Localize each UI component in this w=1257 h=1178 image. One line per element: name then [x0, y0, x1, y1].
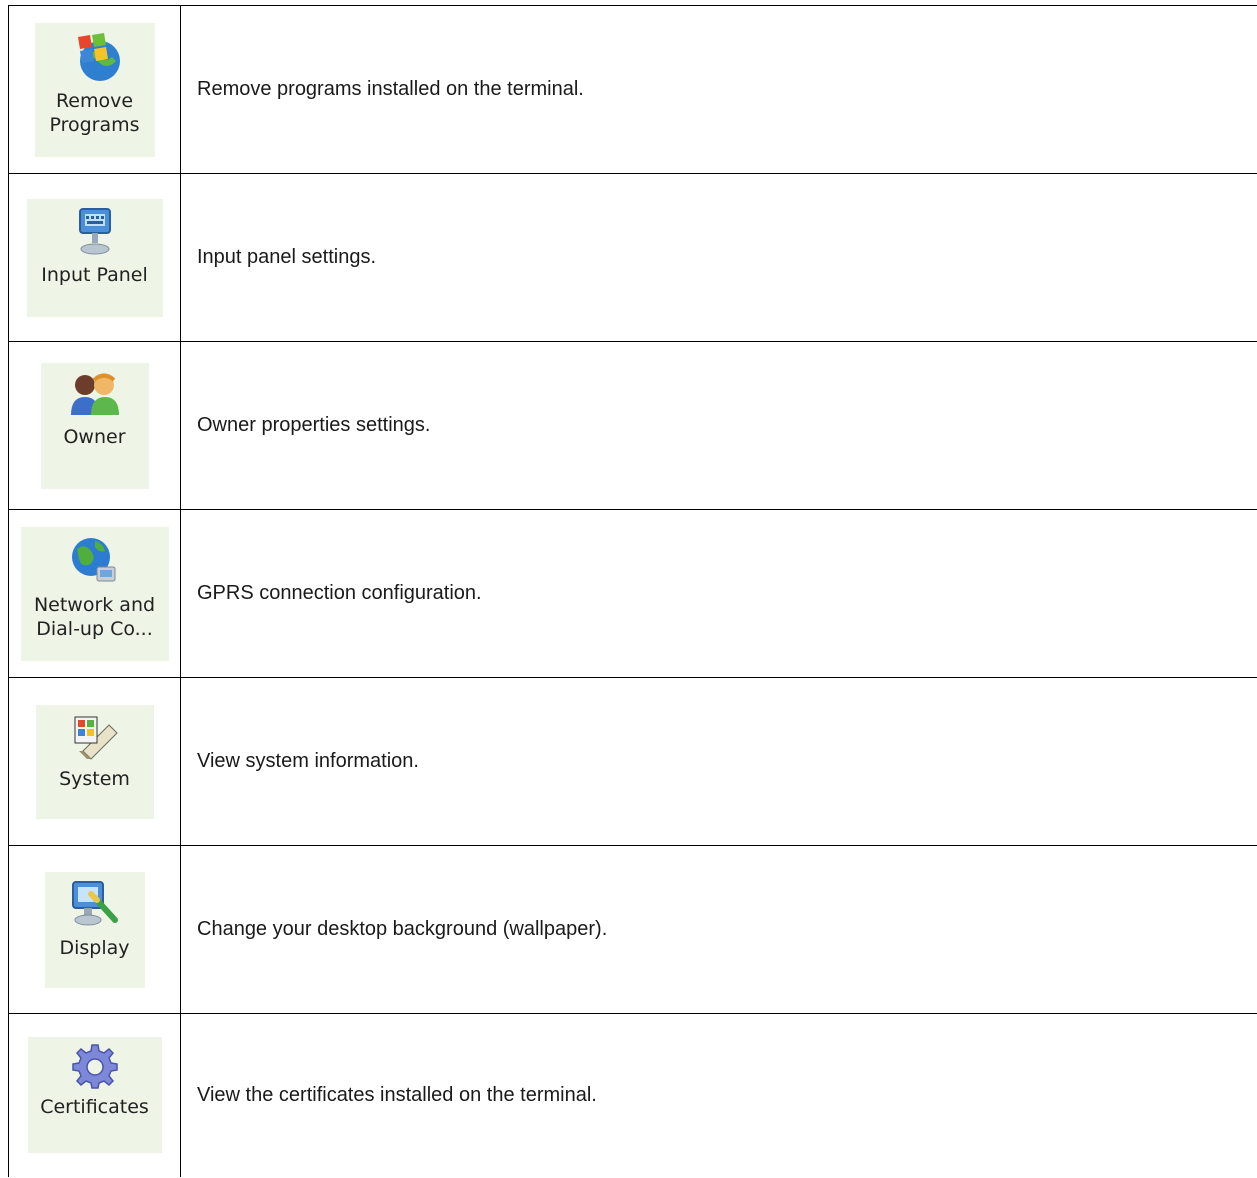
description: Input panel settings.: [180, 173, 1257, 342]
windows-flag-globe-icon: [77, 32, 120, 81]
icon-cell: Network and Dial-up Co...: [8, 509, 181, 678]
tile-label: Display: [59, 936, 130, 959]
tile-label: Owner: [63, 425, 126, 448]
settings-table: Remove Programs Remove programs installe…: [8, 5, 1257, 1177]
tile-label: Network and Dial-up Co...: [33, 593, 156, 640]
system-tile[interactable]: System: [35, 704, 154, 819]
monitor-paintbrush-icon: [71, 880, 118, 925]
table-row: Network and Dial-up Co... GPRS connectio…: [8, 509, 1257, 678]
table-row: Certificates View the certificates insta…: [8, 1013, 1257, 1177]
icon-cell: Owner: [8, 341, 181, 510]
table-row: System View system information.: [8, 677, 1257, 846]
icon-cell: Remove Programs: [8, 5, 181, 174]
description: GPRS connection configuration.: [180, 509, 1257, 678]
system-windows-book-icon: [74, 716, 118, 760]
tile-label: System: [59, 767, 130, 790]
input-panel-tile[interactable]: Input Panel: [26, 198, 163, 317]
table-row: Remove Programs Remove programs installe…: [8, 5, 1257, 174]
table-row: Display Change your desktop background (…: [8, 845, 1257, 1014]
icon-cell: Display: [8, 845, 181, 1014]
table-row: Input Panel Input panel settings.: [8, 173, 1257, 342]
network-dialup-tile[interactable]: Network and Dial-up Co...: [20, 526, 169, 661]
description: Change your desktop background (wallpape…: [180, 845, 1257, 1014]
tile-label: Certificates: [40, 1096, 149, 1119]
icon-cell: Input Panel: [8, 173, 181, 342]
keyboard-monitor-icon: [78, 207, 111, 254]
description: Owner properties settings.: [180, 341, 1257, 510]
description: Remove programs installed on the termina…: [180, 5, 1257, 174]
table-row: Owner Owner properties settings.: [8, 341, 1257, 510]
icon-cell: Certificates: [8, 1013, 181, 1177]
icon-cell: System: [8, 677, 181, 846]
description: View the certificates installed on the t…: [180, 1013, 1257, 1177]
display-tile[interactable]: Display: [44, 871, 145, 988]
remove-programs-tile[interactable]: Remove Programs: [34, 22, 155, 157]
users-icon: [70, 373, 119, 415]
description: View system information.: [180, 677, 1257, 846]
certificates-tile[interactable]: Certificates: [27, 1037, 162, 1154]
tile-label: Remove Programs: [49, 89, 140, 136]
owner-tile[interactable]: Owner: [40, 362, 149, 489]
tile-label: Input Panel: [41, 263, 148, 286]
gear-icon: [71, 1044, 118, 1089]
globe-network-icon: [71, 537, 115, 581]
